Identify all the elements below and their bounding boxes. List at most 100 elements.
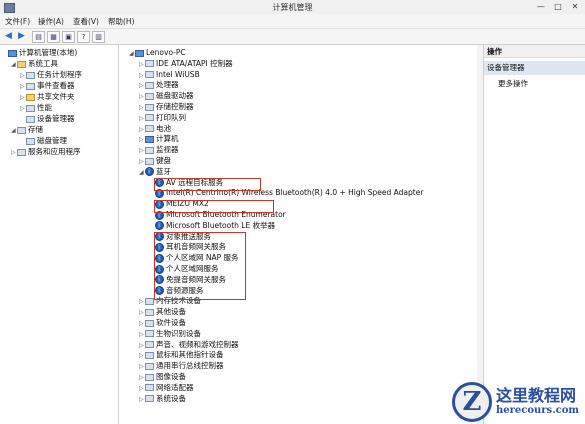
minimize-button[interactable]: — bbox=[534, 1, 548, 12]
nav-item[interactable]: 磁盘管理 bbox=[20, 136, 67, 146]
device-label: Intel WiUSB bbox=[156, 69, 200, 79]
sound-icon bbox=[145, 341, 154, 349]
console-icon[interactable]: ▥ bbox=[92, 31, 105, 43]
expander-icon[interactable]: ◢ bbox=[139, 168, 145, 178]
device-item[interactable]: ▷ 键盘 bbox=[139, 156, 171, 166]
device-item[interactable]: ▷ 存储控制器 bbox=[139, 102, 194, 112]
nav-label: 事件查看器 bbox=[37, 81, 75, 90]
device-label: 磁盘驱动器 bbox=[156, 91, 194, 101]
watermark-url: herecours.com bbox=[496, 405, 580, 416]
back-arrow-icon[interactable]: ◀ bbox=[3, 31, 14, 41]
keyboard-icon bbox=[145, 157, 154, 165]
help-icon[interactable]: ? bbox=[77, 31, 90, 43]
title-bar: 计算机管理 — □ ✕ bbox=[0, 0, 585, 15]
device-item[interactable]: ▷ 网络适配器 bbox=[139, 383, 194, 393]
window-title: 计算机管理 bbox=[272, 3, 313, 12]
device-label: 图像设备 bbox=[156, 372, 186, 381]
device-item[interactable]: ▷ Intel WiUSB bbox=[139, 70, 200, 80]
nav-label: 存储 bbox=[28, 125, 43, 134]
close-button[interactable]: ✕ bbox=[568, 1, 582, 12]
folder-icon bbox=[26, 93, 35, 101]
software-device-icon bbox=[145, 319, 154, 327]
device-item[interactable]: ▷ 其他设备 bbox=[139, 307, 186, 317]
maximize-button[interactable]: □ bbox=[551, 1, 565, 12]
device-label: 通用串行总线控制器 bbox=[156, 361, 224, 371]
properties-icon[interactable]: ▣ bbox=[62, 31, 75, 43]
device-item[interactable]: ᛒ Microsoft Bluetooth LE 枚举器 bbox=[149, 221, 275, 231]
actions-selected[interactable]: 设备管理器 bbox=[484, 61, 585, 75]
device-item[interactable]: ▷ IDE ATA/ATAPI 控制器 bbox=[139, 59, 233, 69]
other-device-icon bbox=[145, 308, 154, 316]
show-tree-icon[interactable]: ▦ bbox=[47, 31, 60, 43]
disk-icon bbox=[26, 137, 35, 145]
event-icon bbox=[26, 82, 35, 90]
device-label: Microsoft Bluetooth LE 枚举器 bbox=[166, 220, 276, 230]
nav-label: 任务计划程序 bbox=[37, 70, 82, 79]
menu-file[interactable]: 文件(F) bbox=[5, 16, 30, 27]
highlight-meizu bbox=[154, 200, 274, 213]
device-item[interactable]: ▷ 鼠标和其他指针设备 bbox=[139, 350, 224, 360]
toolbar: ◀ ▶ ▤ ▦ ▣ ? ▥ bbox=[0, 29, 585, 45]
computer-icon bbox=[145, 135, 154, 143]
device-label: 网络适配器 bbox=[156, 382, 194, 392]
nav-label: 系统工具 bbox=[28, 59, 58, 68]
device-item[interactable]: ▷ 声音、视频和游戏控制器 bbox=[139, 340, 239, 350]
highlight-bt-services bbox=[154, 232, 246, 300]
menu-action[interactable]: 操作(A) bbox=[38, 16, 64, 27]
device-item[interactable]: ▷ 图像设备 bbox=[139, 372, 186, 382]
nav-item[interactable]: 设备管理器 bbox=[20, 114, 75, 124]
more-actions-link[interactable]: 更多操作 bbox=[498, 78, 528, 89]
device-label: 计算机 bbox=[156, 134, 179, 144]
device-item[interactable]: ▷ 磁盘驱动器 bbox=[139, 91, 194, 101]
nav-label: 计算机管理(本地) bbox=[19, 48, 78, 57]
nav-item[interactable]: ▷ 服务和应用程序 bbox=[11, 147, 81, 157]
device-item[interactable]: ▷ 计算机 bbox=[139, 134, 179, 144]
actions-pane: 操作 设备管理器 更多操作 bbox=[484, 45, 585, 424]
menu-view[interactable]: 查看(V) bbox=[73, 16, 99, 27]
battery-icon bbox=[145, 125, 154, 133]
nav-item[interactable]: ▷ 性能 bbox=[20, 103, 52, 113]
nav-item[interactable]: ◢ 存储 bbox=[11, 125, 43, 135]
computer-icon bbox=[135, 49, 144, 57]
device-tree: ◢ Lenovo-PC ▷ IDE ATA/ATAPI 控制器 ▷ Intel WiUSB… bbox=[119, 45, 484, 424]
device-item[interactable]: ▷ 生物识别设备 bbox=[139, 329, 201, 339]
device-label: 软件设备 bbox=[156, 318, 186, 327]
actions-header: 操作 bbox=[484, 45, 585, 58]
device-manager-icon bbox=[26, 115, 35, 123]
services-icon bbox=[17, 148, 26, 156]
device-item[interactable]: ◢ ᛒ 蓝牙 bbox=[139, 167, 171, 177]
menu-help[interactable]: 帮助(H) bbox=[108, 16, 135, 27]
device-label: 其他设备 bbox=[156, 307, 186, 317]
device-item[interactable]: ▷ 处理器 bbox=[139, 80, 179, 90]
device-item[interactable]: ▷ 监视器 bbox=[139, 145, 179, 155]
nav-label: 设备管理器 bbox=[37, 114, 75, 123]
device-label: 电池 bbox=[156, 123, 171, 133]
bluetooth-icon: ᛒ bbox=[155, 221, 164, 231]
device-item[interactable]: ▷ 打印队列 bbox=[139, 113, 186, 123]
nav-item[interactable]: 计算机管理(本地) bbox=[2, 48, 77, 58]
camera-icon bbox=[145, 373, 154, 381]
watermark-title: 这里教程网 bbox=[496, 386, 577, 405]
nav-item[interactable]: ▷ 事件查看器 bbox=[20, 81, 75, 91]
up-folder-icon[interactable]: ▤ bbox=[32, 31, 45, 43]
device-label: IDE ATA/ATAPI 控制器 bbox=[156, 58, 233, 68]
menu-bar: 文件(F) 操作(A) 查看(V) 帮助(H) bbox=[0, 14, 585, 29]
device-item[interactable]: ▷ 通用串行总线控制器 bbox=[139, 361, 224, 371]
nav-item[interactable]: ▷ 共享文件夹 bbox=[20, 92, 75, 102]
device-label: 打印队列 bbox=[156, 112, 186, 122]
device-item[interactable]: ▷ 电池 bbox=[139, 124, 171, 134]
ide-icon bbox=[145, 60, 154, 68]
clock-icon bbox=[26, 71, 35, 79]
performance-icon bbox=[26, 104, 35, 112]
device-item[interactable]: ◢ Lenovo-PC bbox=[129, 48, 186, 58]
memory-icon bbox=[145, 297, 154, 305]
nav-item[interactable]: ◢ 系统工具 bbox=[11, 59, 58, 69]
printer-icon bbox=[145, 114, 154, 122]
forward-arrow-icon[interactable]: ▶ bbox=[16, 31, 27, 41]
nav-item[interactable]: ▷ 任务计划程序 bbox=[20, 70, 82, 80]
device-item[interactable]: ▷ 系统设备 bbox=[139, 394, 186, 404]
vertical-scrollbar[interactable] bbox=[477, 45, 483, 424]
cpu-icon bbox=[145, 81, 154, 89]
device-item[interactable]: ▷ 软件设备 bbox=[139, 318, 186, 328]
device-label: 监视器 bbox=[156, 145, 179, 155]
